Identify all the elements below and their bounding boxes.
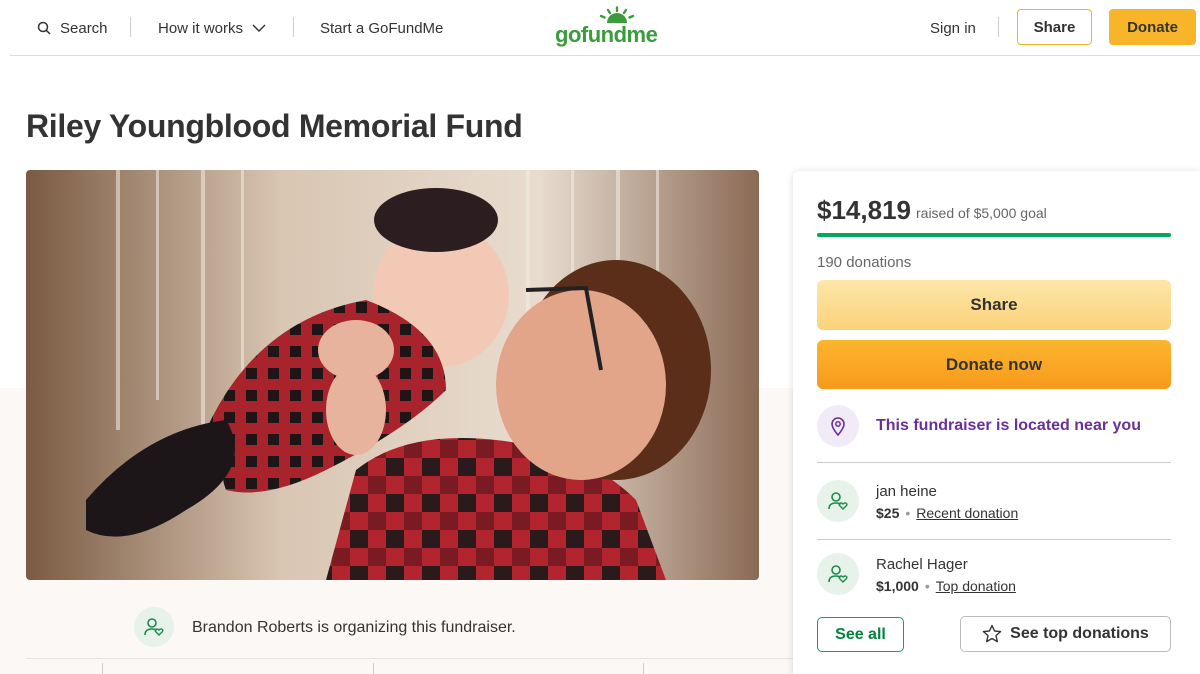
top-nav: Search How it works Start a GoFundMe gof…: [10, 0, 1200, 56]
tick-mark: [102, 663, 103, 674]
gofundme-logo[interactable]: gofundme: [555, 6, 675, 50]
donor-meta: $25 • Recent donation: [876, 505, 1018, 521]
goal-text: raised of $5,000 goal: [916, 205, 1047, 221]
progress-bar: [817, 233, 1171, 237]
location-text[interactable]: This fundraiser is located near you: [876, 417, 1141, 435]
search-icon: [37, 21, 51, 35]
search-label: Search: [60, 19, 108, 37]
donor-tag-link[interactable]: Top donation: [936, 578, 1016, 594]
card-divider: [817, 539, 1171, 540]
start-gofundme-label: Start a GoFundMe: [320, 19, 444, 37]
donor-name: Rachel Hager: [876, 556, 968, 573]
donor-avatar: [817, 553, 859, 595]
donor-avatar: [817, 480, 859, 522]
card-divider: [817, 462, 1171, 463]
donate-now-button[interactable]: Donate now: [817, 340, 1171, 389]
donations-count: 190 donations: [817, 254, 912, 271]
signin-label: Sign in: [930, 19, 976, 37]
raised-amount: $14,819: [817, 195, 911, 225]
user-heart-icon: [828, 565, 848, 583]
tick-mark: [643, 663, 644, 674]
donor-amount: $25: [876, 505, 900, 521]
donor-meta: $1,000 • Top donation: [876, 578, 1016, 594]
organizer-text: Brandon Roberts is organizing this fundr…: [192, 619, 516, 636]
donor-tag-link[interactable]: Recent donation: [916, 505, 1018, 521]
campaign-photo[interactable]: [26, 170, 759, 580]
donor-name: jan heine: [876, 483, 937, 500]
nav-divider: [130, 17, 131, 37]
signin-link[interactable]: Sign in: [930, 0, 976, 56]
how-it-works-label: How it works: [158, 19, 244, 37]
donation-card: $14,819 raised of $5,000 goal 190 donati…: [793, 171, 1200, 674]
campaign-title: Riley Youngblood Memorial Fund: [26, 108, 523, 144]
see-top-donations-button[interactable]: See top donations: [960, 616, 1171, 652]
separator-dot: •: [905, 505, 911, 521]
header-share-button[interactable]: Share: [1017, 9, 1092, 45]
nav-divider: [293, 17, 294, 37]
share-button[interactable]: Share: [817, 280, 1171, 330]
location-pin-icon: [831, 417, 845, 436]
how-it-works-menu[interactable]: How it works: [158, 0, 266, 56]
nav-divider: [998, 17, 999, 37]
user-heart-icon: [144, 618, 164, 636]
campaign-photo-image: [26, 170, 759, 580]
see-all-button[interactable]: See all: [817, 617, 904, 652]
start-gofundme-link[interactable]: Start a GoFundMe: [320, 0, 443, 56]
donor-amount: $1,000: [876, 578, 919, 594]
header-donate-button[interactable]: Donate: [1109, 9, 1196, 45]
see-top-donations-label: See top donations: [1010, 625, 1149, 642]
progress-fill: [817, 233, 1171, 237]
location-badge: [817, 405, 859, 447]
search-link[interactable]: Search: [37, 0, 108, 56]
chevron-down-icon: [252, 24, 266, 32]
user-heart-icon: [828, 492, 848, 510]
logo-text: gofundme: [555, 22, 658, 47]
star-icon: [982, 624, 1002, 643]
separator-dot: •: [924, 578, 930, 594]
organizer-avatar: [134, 607, 174, 647]
tick-mark: [373, 663, 374, 674]
